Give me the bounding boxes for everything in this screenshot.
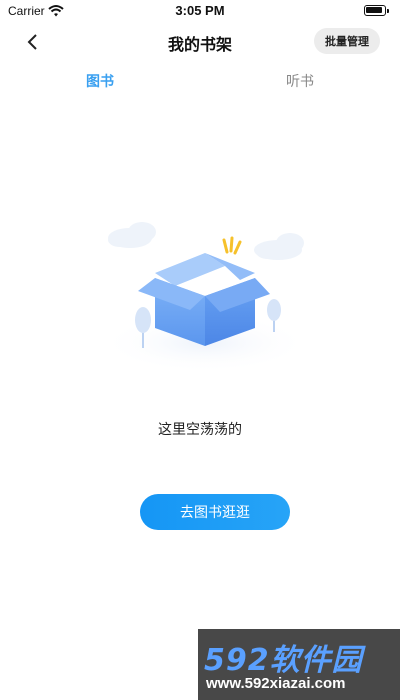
watermark: 592软件园 www.592xiazai.com (198, 629, 400, 700)
tab-audiobooks[interactable]: 听书 (260, 71, 340, 91)
battery-icon (364, 5, 389, 16)
browse-books-button[interactable]: 去图书逛逛 (140, 494, 290, 530)
tab-books[interactable]: 图书 (60, 71, 140, 91)
watermark-url: www.592xiazai.com (206, 675, 346, 692)
status-bar: Carrier 3:05 PM (0, 0, 400, 22)
batch-manage-button[interactable]: 批量管理 (314, 28, 380, 54)
empty-state-message: 这里空荡荡的 (158, 422, 242, 438)
nav-bar: 我的书架 批量管理 (0, 22, 400, 62)
tab-bar: 图书 听书 (0, 66, 400, 96)
empty-box-illustration (100, 218, 310, 378)
watermark-brand: 592软件园 (204, 643, 363, 678)
clock: 3:05 PM (175, 3, 225, 18)
